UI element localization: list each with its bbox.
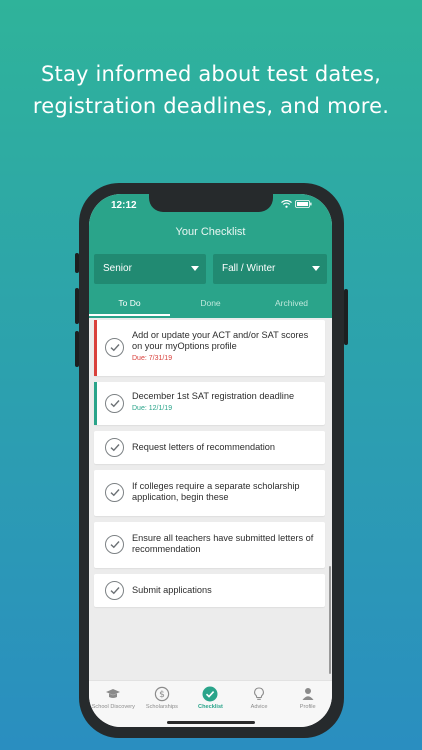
headline-line-2: registration deadlines, and more. [32,94,390,118]
grade-select[interactable]: Senior [94,254,206,284]
task-title: Ensure all teachers have submitted lette… [132,533,314,554]
status-time: 12:12 [111,200,137,211]
task-title: Request letters of recommendation [132,442,275,452]
battery-icon [295,200,312,208]
graduation-cap-icon [106,689,121,698]
headline-line-1: Stay informed about test dates, [40,62,381,86]
task-checkbox[interactable] [105,338,124,357]
task-due-date: Due: 12/1/19 [132,405,173,412]
term-select[interactable]: Fall / Winter [213,254,327,284]
task-title: December 1st SAT registration deadline [132,391,295,401]
nav-profile[interactable]: Profile [283,681,332,727]
svg-text:$: $ [159,690,165,700]
task-checkbox[interactable] [105,483,124,502]
dollar-circle-icon: $ [154,686,170,702]
power-button [344,289,348,345]
checkmark-icon [110,541,120,549]
status-icons [281,200,312,208]
upcoming-indicator [94,382,97,425]
task-item[interactable]: Submit applications [94,574,325,607]
nav-label: Checklist [198,704,223,710]
term-select-value: Fall / Winter [222,263,276,274]
task-item[interactable]: Request letters of recommendation [94,431,325,464]
task-checkbox[interactable] [105,581,124,600]
list-scrollbar[interactable] [329,566,331,674]
marketing-headline: Stay informed about test dates, registra… [0,58,422,122]
filter-bar: Senior Fall / Winter [89,250,332,292]
task-checkbox[interactable] [105,394,124,413]
nav-label: Advice [250,704,268,710]
task-due-date: Due: 7/31/19 [132,355,173,362]
notch [149,194,273,212]
home-indicator[interactable] [167,721,255,724]
nav-label: Scholarships [145,704,178,710]
nav-label: School Discovery [91,704,135,710]
phone-screen: 12:12 Your Checklist Senior Fall / Winte… [89,194,332,727]
task-item[interactable]: Add or update your ACT and/or SAT scores… [94,320,325,376]
bottom-nav: School Discovery $ Scholarships Checklis… [89,680,332,727]
lightbulb-icon [254,687,264,700]
mute-switch [75,253,79,273]
tab-archived[interactable]: Archived [251,292,332,318]
task-item[interactable]: Ensure all teachers have submitted lette… [94,522,325,568]
task-checkbox[interactable] [105,535,124,554]
nav-label: Profile [299,704,316,710]
task-title: Add or update your ACT and/or SAT scores… [132,330,309,351]
grade-select-value: Senior [103,263,132,274]
checkmark-icon [110,489,120,497]
chevron-down-icon [312,266,320,271]
tab-to-do[interactable]: To Do [89,292,170,318]
task-item[interactable]: If colleges require a separate scholarsh… [94,470,325,516]
overdue-indicator [94,320,97,376]
person-icon [302,688,314,700]
page-title: Your Checklist [175,226,246,238]
checkmark-icon [110,344,120,352]
volume-down-button [75,331,79,367]
app-header: Your Checklist [89,220,332,254]
volume-up-button [75,288,79,324]
checkmark-circle-icon [202,686,218,702]
tab-done[interactable]: Done [170,292,251,318]
nav-school-discovery[interactable]: School Discovery [89,681,138,727]
wifi-icon [281,200,292,208]
task-title: If colleges require a separate scholarsh… [132,481,300,502]
checkmark-icon [110,444,120,452]
checkmark-icon [110,400,120,408]
task-checkbox[interactable] [105,438,124,457]
phone-frame: 12:12 Your Checklist Senior Fall / Winte… [75,183,348,738]
task-item[interactable]: December 1st SAT registration deadline D… [94,382,325,425]
chevron-down-icon [191,266,199,271]
checkmark-icon [110,587,120,595]
checklist-tabs: To Do Done Archived [89,292,332,318]
task-title: Submit applications [132,585,212,595]
